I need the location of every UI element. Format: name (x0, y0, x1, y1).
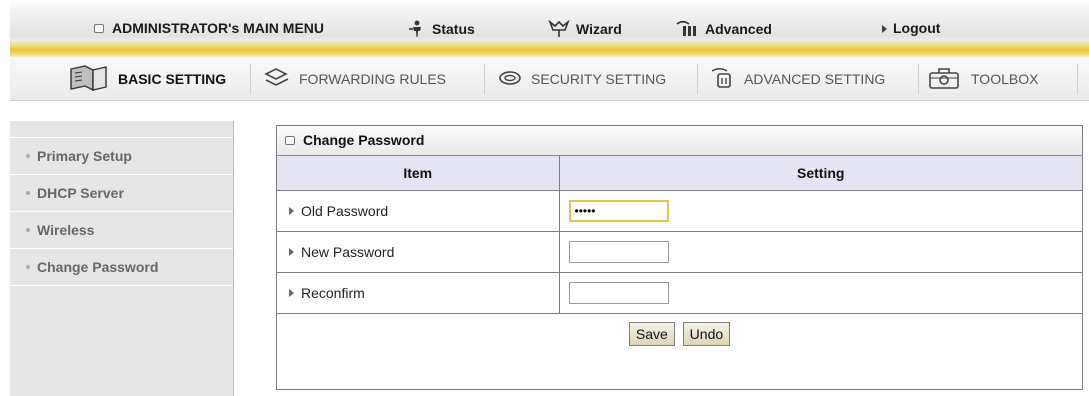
button-cell: Save Undo (277, 313, 1082, 354)
top-menu-bar: ADMINISTRATOR's MAIN MENU Status Wizard … (10, 0, 1089, 58)
row-input-cell (558, 272, 1082, 314)
wizard-icon (548, 19, 570, 41)
forwarding-icon (263, 66, 291, 93)
status-menu-item[interactable]: Status (408, 20, 475, 41)
toolbox-icon (927, 64, 963, 95)
tab-advanced-setting-label: ADVANCED SETTING (744, 71, 886, 87)
sidebar-item-wireless[interactable]: Wireless (10, 212, 233, 249)
tab-divider (918, 64, 919, 94)
change-password-panel: Change Password Item Setting Old Passwor… (276, 125, 1083, 390)
tab-basic-setting[interactable]: BASIC SETTING (68, 62, 226, 96)
tab-toolbox-label: TOOLBOX (971, 71, 1039, 87)
sidebar-item-label: Wireless (37, 222, 95, 238)
logout-menu-item[interactable]: Logout (882, 20, 940, 36)
tab-toolbox[interactable]: TOOLBOX (927, 62, 1038, 96)
settings-table: Item Setting Old Password New Password R… (277, 156, 1082, 354)
new-password-label: New Password (301, 244, 395, 260)
tab-divider (250, 64, 251, 94)
button-row: Save Undo (277, 313, 1082, 354)
bullet-icon (26, 191, 30, 196)
settings-tab-bar: BASIC SETTING FORWARDING RULES SECURITY … (10, 58, 1089, 101)
row-input-cell (558, 231, 1082, 273)
main-menu-item[interactable]: ADMINISTRATOR's MAIN MENU (94, 20, 324, 36)
old-password-input[interactable] (568, 200, 669, 222)
tab-security-setting[interactable]: SECURITY SETTING (497, 62, 666, 96)
advanced-menu-item[interactable]: Advanced (675, 20, 772, 41)
advanced-icon (675, 20, 699, 41)
sidebar-item-label: DHCP Server (37, 185, 124, 201)
panel-title: Change Password (277, 126, 1082, 156)
row-label-cell: Old Password (277, 190, 560, 232)
sidebar-item-label: Change Password (37, 259, 159, 275)
wizard-label: Wizard (576, 21, 622, 38)
sidebar-item-dhcp-server[interactable]: DHCP Server (10, 175, 233, 212)
row-input-cell (558, 190, 1082, 232)
undo-button[interactable]: Undo (682, 322, 731, 346)
tab-security-setting-label: SECURITY SETTING (531, 71, 667, 87)
reconfirm-label: Reconfirm (301, 285, 365, 301)
tab-divider (697, 64, 698, 94)
tab-forwarding-rules-label: FORWARDING RULES (299, 71, 447, 87)
square-icon (285, 135, 295, 145)
table-row: New Password (277, 231, 1082, 273)
row-label-cell: Reconfirm (277, 272, 560, 314)
tab-basic-setting-label: BASIC SETTING (118, 71, 227, 87)
column-header-item: Item (277, 156, 560, 191)
main-menu-label: ADMINISTRATOR's MAIN MENU (112, 20, 325, 36)
sidebar: Primary Setup DHCP Server Wireless Chang… (10, 121, 234, 396)
sidebar-item-primary-setup[interactable]: Primary Setup (10, 137, 233, 175)
old-password-label: Old Password (301, 203, 389, 219)
reconfirm-password-input[interactable] (568, 282, 669, 304)
table-header-row: Item Setting (277, 156, 1082, 191)
column-header-setting: Setting (558, 156, 1082, 191)
row-label-cell: New Password (277, 231, 560, 273)
advanced-setting-icon (710, 66, 736, 93)
arrow-right-icon (882, 25, 887, 34)
table-row: Reconfirm (277, 272, 1082, 314)
tab-divider (484, 64, 485, 94)
book-icon (68, 63, 110, 96)
bullet-icon (26, 265, 30, 270)
tab-divider (1077, 64, 1078, 94)
tab-advanced-setting[interactable]: ADVANCED SETTING (710, 62, 885, 96)
bullet-icon (26, 228, 30, 233)
sidebar-item-change-password[interactable]: Change Password (10, 249, 233, 286)
new-password-input[interactable] (568, 241, 669, 263)
person-icon (408, 20, 426, 41)
save-button[interactable]: Save (628, 322, 675, 346)
arrow-right-icon (289, 289, 294, 298)
logout-label: Logout (893, 20, 941, 36)
arrow-right-icon (289, 248, 294, 257)
security-icon (497, 67, 523, 92)
sidebar-item-label: Primary Setup (37, 148, 132, 164)
bullet-icon (26, 154, 30, 159)
square-icon (94, 23, 104, 33)
table-row: Old Password (277, 190, 1082, 232)
wizard-menu-item[interactable]: Wizard (548, 19, 622, 41)
arrow-right-icon (289, 207, 294, 216)
panel-title-text: Change Password (303, 132, 425, 148)
tab-forwarding-rules[interactable]: FORWARDING RULES (263, 62, 446, 96)
status-label: Status (432, 21, 475, 38)
advanced-label: Advanced (705, 21, 772, 38)
